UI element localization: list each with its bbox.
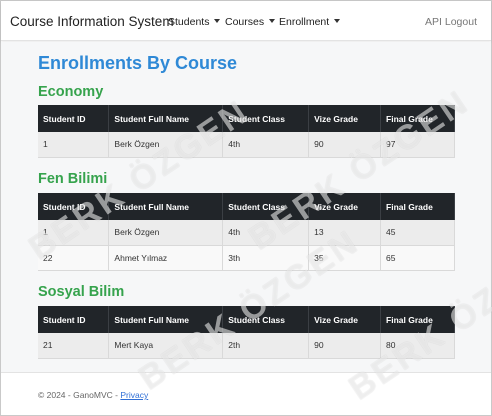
cell-student-id: 1 xyxy=(38,132,110,158)
course-title: Sosyal Bilim xyxy=(38,284,125,300)
footer: © 2024 - GanoMVC - Privacy xyxy=(1,372,491,415)
footer-text: © 2024 - GanoMVC - Privacy xyxy=(38,390,148,400)
course-title: Fen Bilimi xyxy=(38,171,108,187)
cell-student-name: Ahmet Yılmaz xyxy=(108,245,224,271)
nav-enrollment-dropdown[interactable]: Enrollment xyxy=(279,16,341,28)
cell-final-grade: 65 xyxy=(380,245,455,271)
column-header: Student Class xyxy=(222,306,310,333)
nav-students-dropdown[interactable]: Students xyxy=(168,16,221,28)
api-logout-link[interactable]: API Logout xyxy=(425,16,477,28)
caret-down-icon xyxy=(334,19,341,23)
column-header: Vize Grade xyxy=(308,306,382,333)
table-row: 1 Berk Özgen 4th 90 97 xyxy=(38,132,455,158)
cell-student-id: 21 xyxy=(38,333,110,359)
brand-link[interactable]: Course Information System xyxy=(10,14,174,29)
column-header: Final Grade xyxy=(380,193,455,220)
table-row: 22 Ahmet Yılmaz 3th 35 65 xyxy=(38,245,455,271)
cell-student-class: 4th xyxy=(222,132,310,158)
nav-students-label: Students xyxy=(168,16,210,28)
cell-student-name: Mert Kaya xyxy=(108,333,224,359)
cell-student-id: 1 xyxy=(38,220,110,246)
nav-enrollment-label: Enrollment xyxy=(279,16,330,28)
column-header: Vize Grade xyxy=(308,105,382,132)
column-header: Student Class xyxy=(222,105,310,132)
cell-student-class: 4th xyxy=(222,220,310,246)
column-header: Final Grade xyxy=(380,105,455,132)
column-header: Student Full Name xyxy=(108,105,224,132)
privacy-link[interactable]: Privacy xyxy=(120,390,148,400)
cell-vize-grade: 35 xyxy=(308,245,382,271)
caret-down-icon xyxy=(269,19,276,23)
cell-student-name: Berk Özgen xyxy=(108,132,224,158)
table-header-row: Student ID Student Full Name Student Cla… xyxy=(38,105,455,132)
page-title: Enrollments By Course xyxy=(38,53,238,73)
enrollment-table: Student ID Student Full Name Student Cla… xyxy=(38,306,455,359)
column-header: Student Class xyxy=(222,193,310,220)
column-header: Final Grade xyxy=(380,306,455,333)
nav-courses-dropdown[interactable]: Courses xyxy=(225,16,276,28)
cell-vize-grade: 90 xyxy=(308,132,382,158)
copyright-text: © 2024 - GanoMVC - xyxy=(38,390,118,400)
column-header: Vize Grade xyxy=(308,193,382,220)
navbar: Course Information System Students Cours… xyxy=(1,1,491,41)
nav-courses-label: Courses xyxy=(225,16,265,28)
table-row: 1 Berk Özgen 4th 13 45 xyxy=(38,220,455,246)
column-header: Student ID xyxy=(38,306,110,333)
cell-student-class: 3th xyxy=(222,245,310,271)
column-header: Student ID xyxy=(38,193,110,220)
cell-student-class: 2th xyxy=(222,333,310,359)
cell-final-grade: 45 xyxy=(380,220,455,246)
column-header: Student Full Name xyxy=(108,193,224,220)
cell-student-name: Berk Özgen xyxy=(108,220,224,246)
cell-vize-grade: 13 xyxy=(308,220,382,246)
table-header-row: Student ID Student Full Name Student Cla… xyxy=(38,193,455,220)
course-title: Economy xyxy=(38,84,104,100)
table-row: 21 Mert Kaya 2th 90 80 xyxy=(38,333,455,359)
main-content: Enrollments By Course Economy Student ID… xyxy=(1,42,491,372)
table-header-row: Student ID Student Full Name Student Cla… xyxy=(38,306,455,333)
cell-final-grade: 80 xyxy=(380,333,455,359)
enrollment-table: Student ID Student Full Name Student Cla… xyxy=(38,193,455,271)
caret-down-icon xyxy=(214,19,221,23)
column-header: Student Full Name xyxy=(108,306,224,333)
cell-final-grade: 97 xyxy=(380,132,455,158)
cell-vize-grade: 90 xyxy=(308,333,382,359)
cell-student-id: 22 xyxy=(38,245,110,271)
enrollment-table: Student ID Student Full Name Student Cla… xyxy=(38,105,455,158)
column-header: Student ID xyxy=(38,105,110,132)
